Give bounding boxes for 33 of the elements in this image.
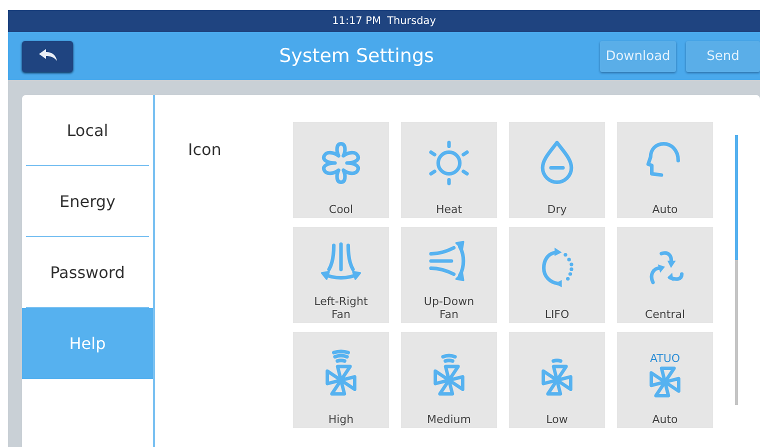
back-button[interactable] bbox=[22, 40, 73, 72]
section-label: Icon bbox=[188, 139, 222, 161]
icon-tile[interactable]: Up-Down Fan bbox=[401, 227, 497, 323]
icon-tile[interactable]: Central bbox=[617, 227, 713, 323]
icon-tile[interactable]: Left-Right Fan bbox=[293, 227, 389, 323]
scrollbar[interactable] bbox=[735, 135, 738, 405]
sidebar-item[interactable]: Local bbox=[26, 95, 149, 166]
auto-label: ATUO bbox=[650, 352, 680, 364]
icon-tile[interactable]: Cool bbox=[293, 122, 389, 218]
tile-label: Heat bbox=[436, 203, 462, 218]
tile-label: Dry bbox=[547, 203, 567, 218]
day-label: Thursday bbox=[387, 15, 436, 27]
tile-label: Auto bbox=[652, 413, 678, 428]
icon-tile[interactable]: High bbox=[293, 332, 389, 428]
sidebar-item[interactable]: Energy bbox=[26, 166, 149, 237]
icon-tile[interactable]: LIFO bbox=[509, 227, 605, 323]
tile-label: Up-Down Fan bbox=[424, 295, 474, 323]
tile-label: High bbox=[328, 413, 354, 428]
screen-title: System Settings bbox=[278, 45, 435, 67]
tile-label: Cool bbox=[328, 203, 354, 218]
tile-label: Low bbox=[546, 413, 568, 428]
icon-tile[interactable]: ATUO Auto bbox=[617, 332, 713, 428]
tile-label: Left-Right Fan bbox=[314, 295, 368, 323]
tile-label: Auto bbox=[652, 203, 678, 218]
icon-tile[interactable]: Medium bbox=[401, 332, 497, 428]
tile-label: Central bbox=[644, 308, 686, 323]
tile-label: LIFO bbox=[544, 308, 570, 323]
icon-tile[interactable]: Dry bbox=[509, 122, 605, 218]
icon-tile[interactable]: Heat bbox=[401, 122, 497, 218]
icon-tile[interactable]: Auto bbox=[617, 122, 713, 218]
icon-tile[interactable]: Low bbox=[509, 332, 605, 428]
clock-time: 11:17 PM bbox=[332, 15, 382, 27]
tile-label: Medium bbox=[427, 413, 471, 428]
